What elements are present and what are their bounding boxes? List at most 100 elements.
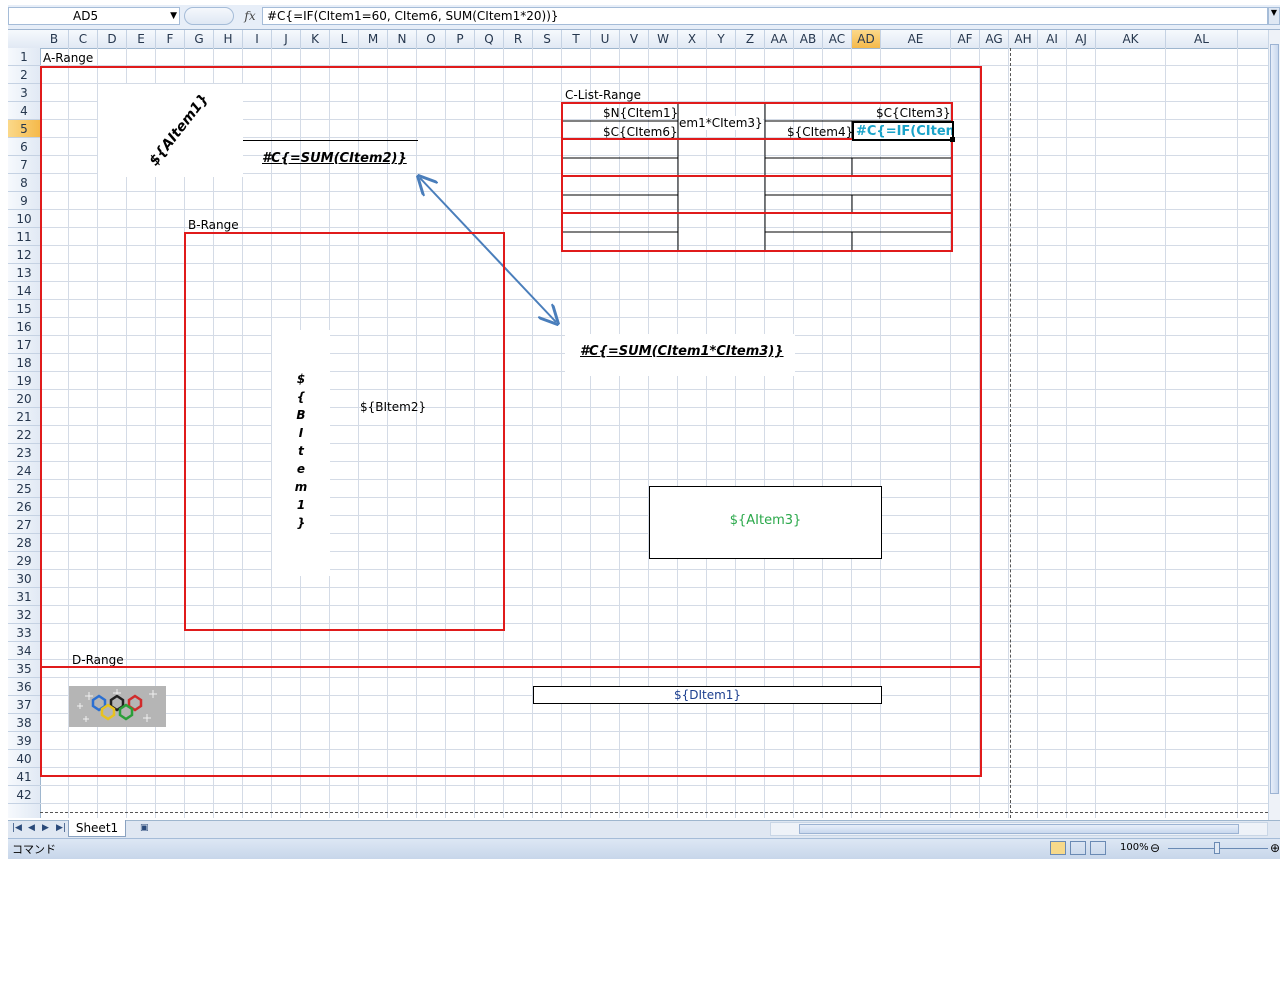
column-header-aj[interactable]: AJ [1067,30,1096,48]
row-header-16[interactable]: 16 [8,318,40,336]
row-header-14[interactable]: 14 [8,282,40,300]
row-header-40[interactable]: 40 [8,750,40,768]
row-header-27[interactable]: 27 [8,516,40,534]
row-header-11[interactable]: 11 [8,228,40,246]
column-header-j[interactable]: J [272,30,301,48]
column-header-ab[interactable]: AB [794,30,823,48]
column-header-m[interactable]: M [359,30,388,48]
vertical-scrollbar[interactable] [1268,30,1280,820]
zoom-level[interactable]: 100% [1120,842,1149,853]
column-header-o[interactable]: O [417,30,446,48]
page-break-preview-icon[interactable] [1090,841,1106,855]
column-header-t[interactable]: T [562,30,591,48]
horizontal-scrollbar[interactable] [770,822,1268,836]
row-header-3[interactable]: 3 [8,84,40,102]
tab-sheet1[interactable]: Sheet1 [68,820,126,837]
column-header-b[interactable]: B [40,30,69,48]
column-header-p[interactable]: P [446,30,475,48]
row-header-25[interactable]: 25 [8,480,40,498]
formula-bar-button[interactable] [184,7,234,25]
row-header-20[interactable]: 20 [8,390,40,408]
insert-sheet-icon[interactable]: ▣ [140,823,149,833]
next-sheet-icon[interactable]: ▶ [42,823,49,833]
row-header-29[interactable]: 29 [8,552,40,570]
row-header-18[interactable]: 18 [8,354,40,372]
column-header-r[interactable]: R [504,30,533,48]
column-header-u[interactable]: U [591,30,620,48]
row-header-26[interactable]: 26 [8,498,40,516]
row-header-34[interactable]: 34 [8,642,40,660]
zoom-out-icon[interactable]: ⊖ [1150,841,1160,855]
column-header-af[interactable]: AF [951,30,980,48]
column-header-ah[interactable]: AH [1009,30,1038,48]
row-header-39[interactable]: 39 [8,732,40,750]
row-header-28[interactable]: 28 [8,534,40,552]
column-header-al[interactable]: AL [1166,30,1238,48]
column-header-l[interactable]: L [330,30,359,48]
column-header-h[interactable]: H [214,30,243,48]
column-header-e[interactable]: E [127,30,156,48]
horizontal-scroll-thumb[interactable] [799,824,1239,834]
name-box[interactable]: AD5 ▼ [8,7,180,25]
row-header-9[interactable]: 9 [8,192,40,210]
expand-formula-icon[interactable]: ▼ [1268,7,1280,25]
normal-view-icon[interactable] [1050,841,1066,855]
worksheet-grid[interactable] [40,48,1268,818]
row-header-6[interactable]: 6 [8,138,40,156]
row-header-4[interactable]: 4 [8,102,40,120]
column-header-ag[interactable]: AG [980,30,1009,48]
row-header-30[interactable]: 30 [8,570,40,588]
column-header-x[interactable]: X [678,30,707,48]
column-header-ai[interactable]: AI [1038,30,1067,48]
row-header-37[interactable]: 37 [8,696,40,714]
column-header-f[interactable]: F [156,30,185,48]
row-header-2[interactable]: 2 [8,66,40,84]
row-header-19[interactable]: 19 [8,372,40,390]
row-header-15[interactable]: 15 [8,300,40,318]
row-header-8[interactable]: 8 [8,174,40,192]
row-header-23[interactable]: 23 [8,444,40,462]
row-header-1[interactable]: 1 [8,48,40,66]
row-header-21[interactable]: 21 [8,408,40,426]
column-header-ac[interactable]: AC [823,30,852,48]
row-header-7[interactable]: 7 [8,156,40,174]
column-header-d[interactable]: D [98,30,127,48]
column-header-z[interactable]: Z [736,30,765,48]
row-header-13[interactable]: 13 [8,264,40,282]
insert-function-icon[interactable]: fx [240,7,260,25]
column-header-ak[interactable]: AK [1096,30,1166,48]
row-header-42[interactable]: 42 [8,786,40,804]
column-header-i[interactable]: I [243,30,272,48]
formula-input[interactable]: #C{=IF(CItem1=60, CItem6, SUM(CItem1*20)… [262,7,1268,25]
column-header-s[interactable]: S [533,30,562,48]
column-header-c[interactable]: C [69,30,98,48]
zoom-slider-thumb[interactable] [1214,842,1220,854]
row-header-41[interactable]: 41 [8,768,40,786]
column-header-aa[interactable]: AA [765,30,794,48]
column-header-y[interactable]: Y [707,30,736,48]
first-sheet-icon[interactable]: |◀ [12,823,22,833]
zoom-in-icon[interactable]: ⊕ [1270,841,1280,855]
row-header-31[interactable]: 31 [8,588,40,606]
column-header-g[interactable]: G [185,30,214,48]
row-header-36[interactable]: 36 [8,678,40,696]
column-header-ae[interactable]: AE [881,30,951,48]
chevron-down-icon[interactable]: ▼ [170,8,177,24]
row-header-33[interactable]: 33 [8,624,40,642]
last-sheet-icon[interactable]: ▶| [56,823,66,833]
row-header-35[interactable]: 35 [8,660,40,678]
vertical-scroll-thumb[interactable] [1270,44,1279,794]
row-header-17[interactable]: 17 [8,336,40,354]
column-header-n[interactable]: N [388,30,417,48]
column-header-w[interactable]: W [649,30,678,48]
row-header-5[interactable]: 5 [8,120,40,138]
column-header-q[interactable]: Q [475,30,504,48]
column-header-v[interactable]: V [620,30,649,48]
row-header-12[interactable]: 12 [8,246,40,264]
row-header-32[interactable]: 32 [8,606,40,624]
prev-sheet-icon[interactable]: ◀ [28,823,35,833]
row-header-10[interactable]: 10 [8,210,40,228]
column-header-k[interactable]: K [301,30,330,48]
row-header-38[interactable]: 38 [8,714,40,732]
row-header-22[interactable]: 22 [8,426,40,444]
